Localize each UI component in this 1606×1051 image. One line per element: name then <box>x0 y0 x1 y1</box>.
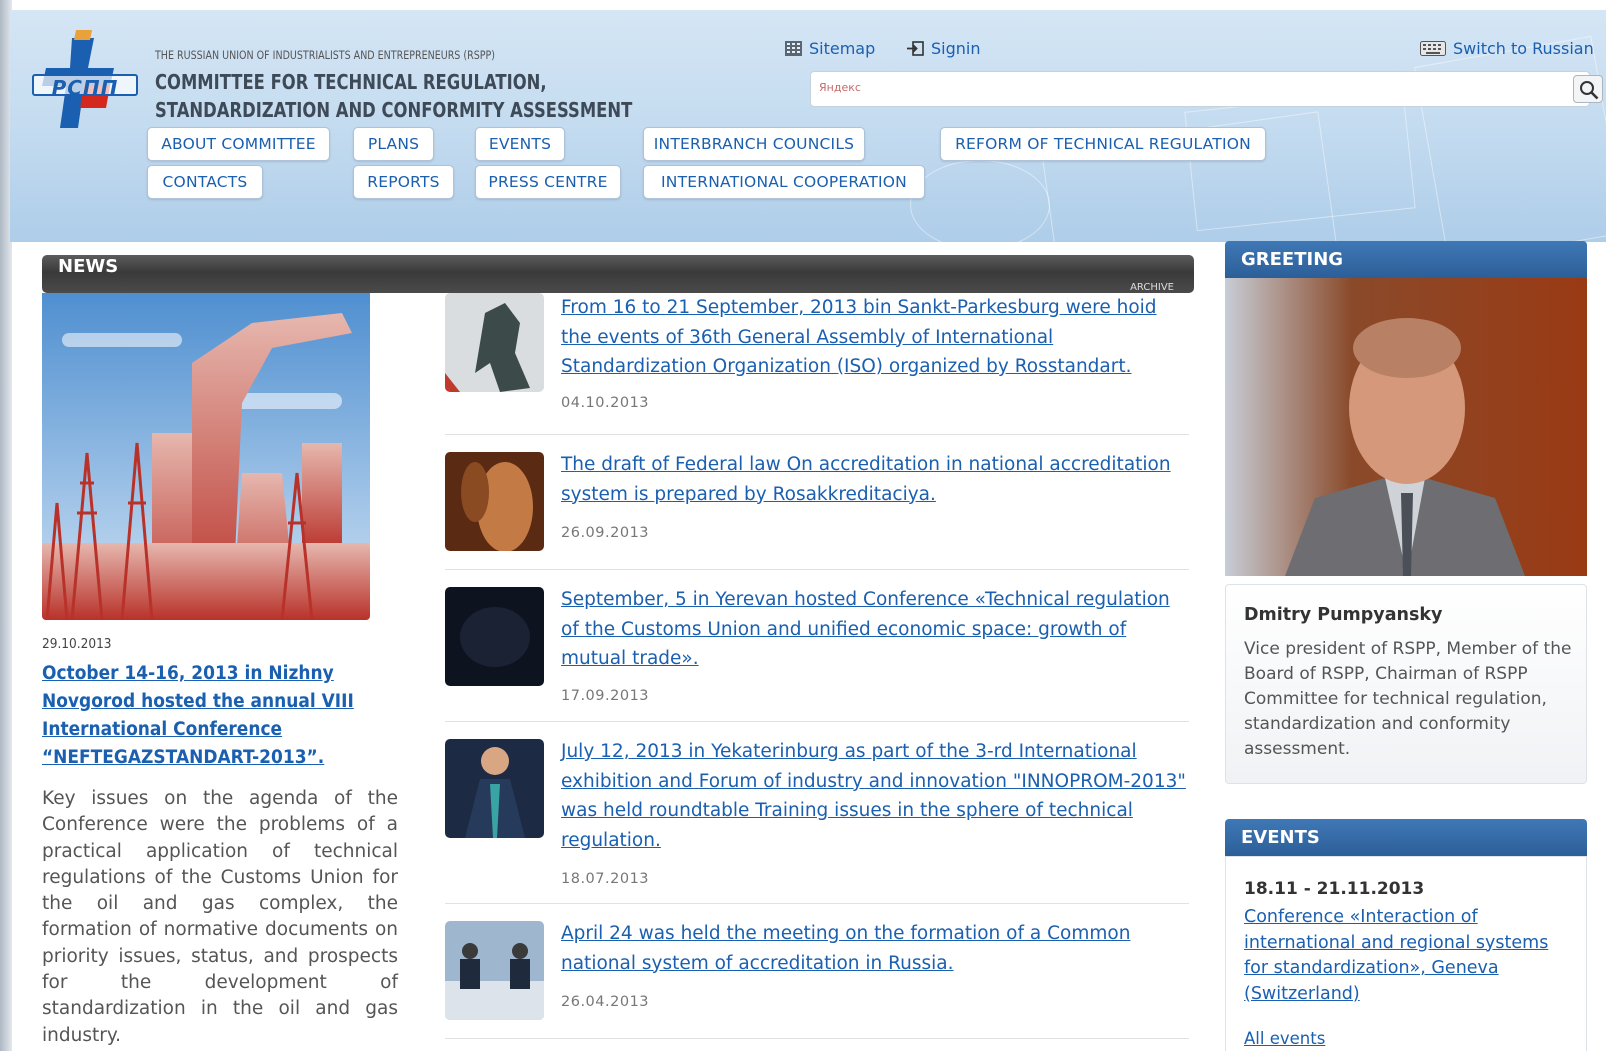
news-date: 26.04.2013 <box>561 994 650 1010</box>
featured-news-title[interactable]: October 14-16, 2013 in Nizhny Novgorod h… <box>42 660 355 772</box>
logo-text: РСПП <box>32 74 138 100</box>
news-thumbnail[interactable] <box>445 921 544 1020</box>
committee-title-line2: STANDARDIZATION AND CONFORMITY ASSESSMEN… <box>155 98 633 122</box>
news-title[interactable]: The draft of Federal law On accreditatio… <box>561 450 1189 509</box>
greeting-heading: GREETING <box>1241 249 1344 270</box>
events-card: 18.11 - 21.11.2013 Conference «Interacti… <box>1225 856 1587 1051</box>
greeting-heading-bar: GREETING <box>1225 241 1587 278</box>
greeting-name: Dmitry Pumpyansky <box>1244 605 1443 625</box>
news-date: 26.09.2013 <box>561 525 650 541</box>
switch-language-link[interactable]: Switch to Russian <box>1420 39 1594 58</box>
committee-title-line1: COMMITTEE FOR TECHNICAL REGULATION, <box>155 70 547 94</box>
event-title[interactable]: Conference «Interaction of international… <box>1244 905 1574 1007</box>
all-events-link[interactable]: All events <box>1244 1029 1325 1048</box>
news-title[interactable]: April 24 was held the meeting on the for… <box>561 919 1189 978</box>
news-item: April 24 was held the meeting on the for… <box>445 904 1189 1039</box>
sitemap-label: Sitemap <box>809 39 876 58</box>
nav-interbranch-councils[interactable]: INTERBRANCH COUNCILS <box>643 127 865 161</box>
featured-news-image[interactable] <box>42 293 370 620</box>
news-item: July 12, 2013 in Yekaterinburg as part o… <box>445 722 1189 904</box>
sitemap-link[interactable]: Sitemap <box>785 39 875 58</box>
nav-about-committee[interactable]: ABOUT COMMITTEE <box>147 127 330 161</box>
news-title[interactable]: From 16 to 21 September, 2013 bin Sankt-… <box>561 293 1189 382</box>
switch-language-label: Switch to Russian <box>1453 39 1594 58</box>
featured-news-date: 29.10.2013 <box>42 636 112 652</box>
news-date: 17.09.2013 <box>561 688 650 704</box>
news-heading-bar: NEWS ARCHIVE <box>42 255 1194 293</box>
greeting-photo[interactable] <box>1225 278 1587 576</box>
news-heading: NEWS <box>58 256 119 277</box>
signin-link[interactable]: Signin <box>907 39 980 58</box>
greeting-description: Vice president of RSPP, Member of the Bo… <box>1244 639 1572 759</box>
nav-contacts[interactable]: CONTACTS <box>147 165 263 199</box>
org-name: THE RUSSIAN UNION OF INDUSTRIALISTS AND … <box>155 48 495 62</box>
greeting-card: Dmitry Pumpyansky Vice president of RSPP… <box>1225 584 1587 784</box>
nav-reform[interactable]: REFORM OF TECHNICAL REGULATION <box>940 127 1266 161</box>
news-item: September, 5 in Yerevan hosted Conferenc… <box>445 570 1189 722</box>
events-heading-bar: EVENTS <box>1225 819 1587 856</box>
signin-icon <box>907 41 924 56</box>
nav-press-centre[interactable]: PRESS CENTRE <box>475 165 621 199</box>
events-heading: EVENTS <box>1241 827 1320 848</box>
keyboard-icon <box>1420 41 1446 56</box>
sitemap-icon <box>785 41 802 56</box>
committee-title: COMMITTEE FOR TECHNICAL REGULATION, STAN… <box>155 68 632 124</box>
site-header: РСПП THE RUSSIAN UNION OF INDUSTRIALISTS… <box>10 10 1606 242</box>
news-title[interactable]: September, 5 in Yerevan hosted Conferenc… <box>561 585 1189 674</box>
nav-reports[interactable]: REPORTS <box>353 165 454 199</box>
featured-news-text: Key issues on the agenda of the Conferen… <box>42 788 398 1046</box>
news-thumbnail[interactable] <box>445 293 544 392</box>
news-thumbnail[interactable] <box>445 587 544 686</box>
search-input[interactable]: Яндекс <box>810 71 1590 107</box>
search-button[interactable] <box>1573 75 1603 103</box>
search-placeholder: Яндекс <box>819 81 861 94</box>
nav-events[interactable]: EVENTS <box>475 127 565 161</box>
nav-plans[interactable]: PLANS <box>353 127 434 161</box>
search-icon <box>1580 81 1599 100</box>
news-date: 04.10.2013 <box>561 395 650 411</box>
news-title[interactable]: July 12, 2013 in Yekaterinburg as part o… <box>561 737 1189 855</box>
archive-link[interactable]: ARCHIVE <box>1130 281 1174 291</box>
news-item: From 16 to 21 September, 2013 bin Sankt-… <box>445 293 1189 435</box>
news-thumbnail[interactable] <box>445 452 544 551</box>
news-date: 18.07.2013 <box>561 871 650 887</box>
event-date: 18.11 - 21.11.2013 <box>1244 879 1425 899</box>
news-thumbnail[interactable] <box>445 739 544 838</box>
page: РСПП THE RUSSIAN UNION OF INDUSTRIALISTS… <box>0 0 1606 1051</box>
signin-label: Signin <box>931 39 981 58</box>
nav-international-cooperation[interactable]: INTERNATIONAL COOPERATION <box>643 165 925 199</box>
news-item: The draft of Federal law On accreditatio… <box>445 435 1189 570</box>
